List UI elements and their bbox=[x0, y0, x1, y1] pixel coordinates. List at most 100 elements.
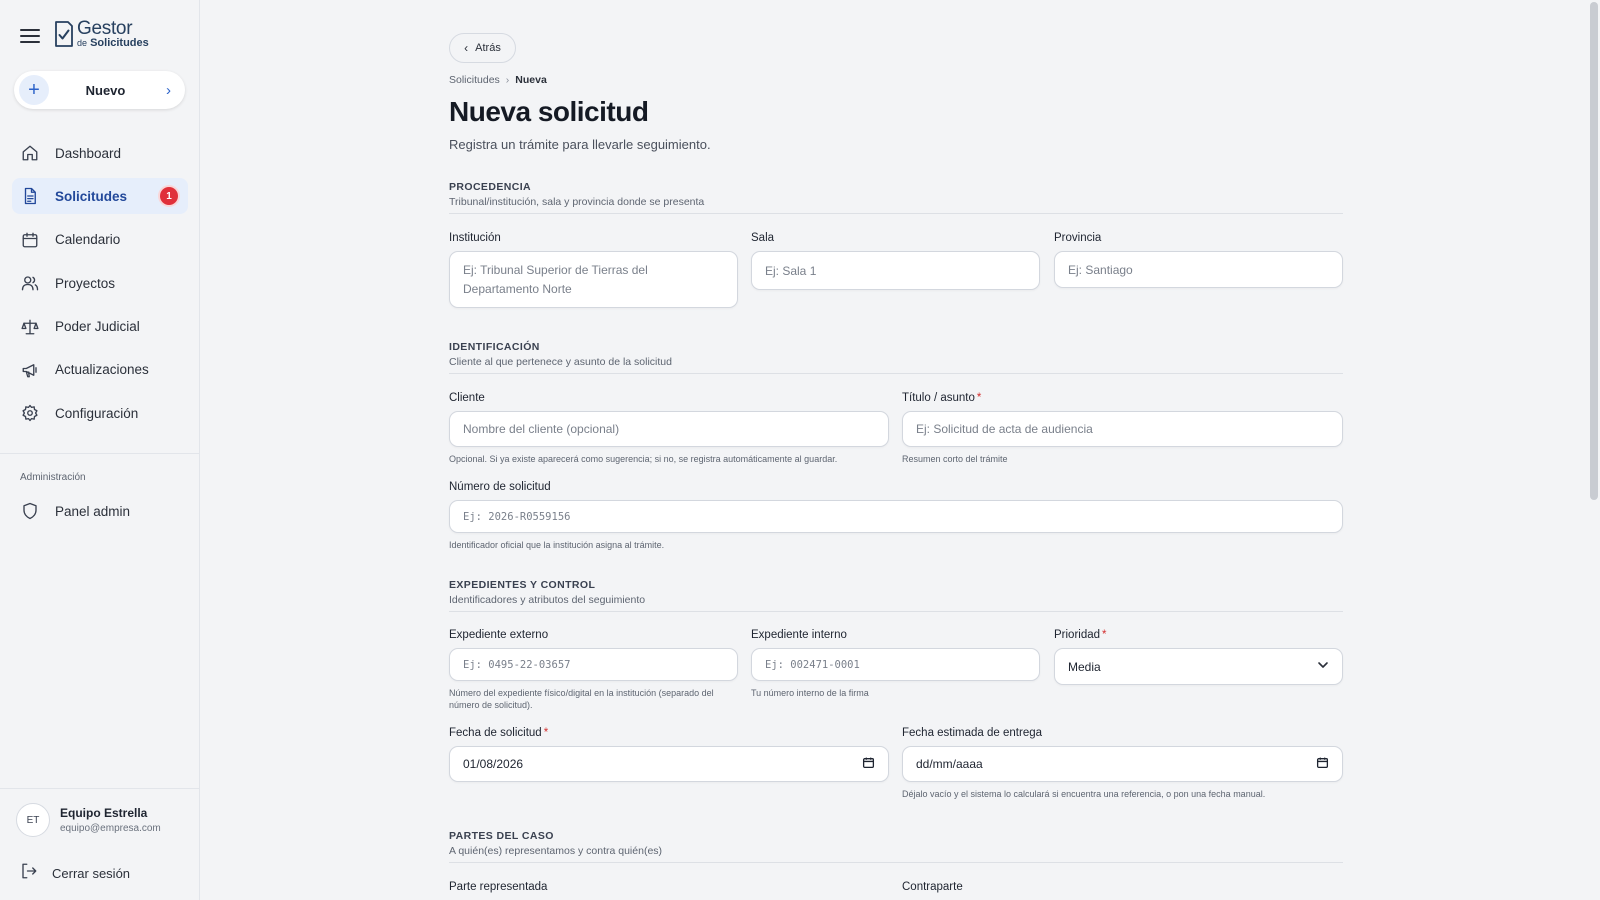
logo-title: Gestor bbox=[77, 18, 133, 39]
sidebar-item-label: Panel admin bbox=[55, 503, 131, 519]
section-description: Identificadores y atributos del seguimie… bbox=[449, 594, 646, 606]
field-label: Institución bbox=[449, 232, 501, 244]
expediente-interno-input[interactable]: Ej: 002471-0001 bbox=[751, 648, 1040, 681]
sidebar-item-proyectos[interactable]: Proyectos bbox=[12, 265, 188, 301]
field-label: Expediente externo bbox=[449, 629, 549, 641]
numero-solicitud-input[interactable]: Ej: 2026-R0559156 bbox=[449, 500, 1343, 533]
cliente-input[interactable]: Nombre del cliente (opcional) bbox=[449, 411, 889, 447]
sidebar-item-label: Poder Judicial bbox=[55, 319, 140, 335]
app-logo[interactable]: Gestor de Solicitudes bbox=[54, 19, 149, 49]
notification-badge: 1 bbox=[160, 187, 178, 206]
sidebar-divider bbox=[0, 453, 199, 454]
logo-sub: Solicitudes bbox=[90, 37, 149, 49]
section-divider bbox=[449, 862, 1343, 863]
sala-input[interactable]: Ej: Sala 1 bbox=[751, 251, 1040, 290]
section-divider bbox=[449, 213, 1343, 214]
home-icon bbox=[20, 143, 40, 163]
field-label-text: Prioridad bbox=[1054, 629, 1101, 641]
field-label: Provincia bbox=[1054, 232, 1102, 244]
new-button-label: Nuevo bbox=[85, 82, 126, 98]
calendar-icon bbox=[20, 230, 40, 250]
fecha-entrega-field: Fecha estimada de entrega dd/mm/aaaa Déj… bbox=[902, 727, 1343, 800]
section-description: Cliente al que pertenece y asunto de la … bbox=[449, 356, 672, 368]
field-help: Déjalo vacío y el sistema lo calculará s… bbox=[902, 789, 1266, 799]
field-label: Contraparte bbox=[902, 881, 963, 893]
page-title: Nueva solicitud bbox=[449, 96, 649, 127]
titulo-input[interactable]: Ej: Solicitud de acta de audiencia bbox=[902, 411, 1343, 447]
chevron-right-icon: › bbox=[166, 81, 171, 99]
plus-icon: + bbox=[19, 75, 49, 105]
prioridad-field: Prioridad * Media bbox=[1054, 629, 1343, 685]
chevron-left-icon: ‹ bbox=[464, 41, 469, 55]
document-icon bbox=[20, 186, 40, 206]
section-title: IDENTIFICACIÓN bbox=[449, 341, 540, 353]
back-button[interactable]: ‹ Atrás bbox=[449, 33, 516, 63]
scrollbar-thumb[interactable] bbox=[1590, 2, 1598, 500]
field-label: Sala bbox=[751, 232, 775, 244]
shield-icon bbox=[20, 501, 40, 521]
required-marker: * bbox=[1102, 629, 1107, 641]
breadcrumb-separator-icon: › bbox=[505, 74, 510, 86]
field-label: Fecha estimada de entrega bbox=[902, 727, 1043, 739]
scrollbar-track[interactable] bbox=[1588, 0, 1600, 900]
sidebar-item-label: Dashboard bbox=[55, 145, 122, 161]
breadcrumb-current: Nueva bbox=[515, 74, 547, 86]
provincia-input[interactable]: Ej: Santiago bbox=[1054, 251, 1343, 288]
menu-icon[interactable] bbox=[20, 29, 40, 43]
institucion-input[interactable]: Ej: Tribunal Superior de Tierras del Dep… bbox=[449, 251, 738, 308]
section-partes: PARTES DEL CASO A quién(es) representamo… bbox=[449, 830, 1343, 863]
sidebar-item-dashboard[interactable]: Dashboard bbox=[12, 135, 188, 171]
fecha-entrega-input[interactable]: dd/mm/aaaa bbox=[902, 746, 1343, 782]
field-label-text: Fecha de solicitud bbox=[449, 727, 542, 739]
field-label: Cliente bbox=[449, 392, 485, 404]
sidebar-item-actualizaciones[interactable]: Actualizaciones bbox=[12, 352, 188, 388]
breadcrumb-link[interactable]: Solicitudes bbox=[449, 74, 500, 86]
sidebar-item-configuracion[interactable]: Configuración bbox=[12, 395, 188, 431]
numero-solicitud-field: Número de solicitud Ej: 2026-R0559156 Id… bbox=[449, 481, 1343, 551]
sidebar-item-panel-admin[interactable]: Panel admin bbox=[12, 493, 188, 529]
cliente-field: Cliente Nombre del cliente (opcional) Op… bbox=[449, 392, 889, 465]
sidebar-item-poder-judicial[interactable]: Poder Judicial bbox=[12, 309, 188, 345]
field-label: Parte representada bbox=[449, 881, 548, 893]
sidebar-item-calendario[interactable]: Calendario bbox=[12, 222, 188, 258]
field-label: Fecha de solicitud * bbox=[449, 727, 889, 739]
breadcrumb: Solicitudes › Nueva bbox=[449, 74, 547, 86]
prioridad-select[interactable]: Media bbox=[1054, 648, 1343, 685]
users-icon bbox=[20, 273, 40, 293]
sidebar-nav: Dashboard Solicitudes 1 Calendario Proye… bbox=[12, 135, 188, 439]
fecha-solicitud-value: 01/08/2026 bbox=[463, 757, 524, 771]
field-label: Número de solicitud bbox=[449, 481, 551, 493]
sala-field: Sala Ej: Sala 1 bbox=[751, 232, 1040, 290]
section-divider bbox=[449, 611, 1343, 612]
institucion-field: Institución Ej: Tribunal Superior de Tie… bbox=[449, 232, 738, 308]
admin-section-title: Administración bbox=[20, 472, 86, 483]
sidebar-item-label: Calendario bbox=[55, 232, 121, 248]
field-help: Tu número interno de la firma bbox=[751, 688, 869, 698]
field-help: Resumen corto del trámite bbox=[902, 454, 1008, 464]
calendar-icon[interactable] bbox=[862, 756, 875, 772]
section-description: Tribunal/institución, sala y provincia d… bbox=[449, 196, 705, 208]
page-subtitle: Registra un trámite para llevarle seguim… bbox=[449, 137, 711, 152]
field-label: Expediente interno bbox=[751, 629, 847, 641]
logout-button[interactable]: Cerrar sesión bbox=[20, 862, 130, 885]
avatar[interactable]: ET bbox=[16, 803, 50, 837]
calendar-icon[interactable] bbox=[1316, 756, 1329, 772]
section-expedientes: EXPEDIENTES Y CONTROL Identificadores y … bbox=[449, 579, 1343, 612]
expediente-externo-input[interactable]: Ej: 0495-22-03657 bbox=[449, 648, 738, 681]
section-identificacion: IDENTIFICACIÓN Cliente al que pertenece … bbox=[449, 341, 1343, 374]
back-button-label: Atrás bbox=[475, 42, 501, 54]
sidebar-item-solicitudes[interactable]: Solicitudes 1 bbox=[12, 178, 188, 215]
user-email: equipo@empresa.com bbox=[60, 823, 161, 834]
sidebar: Gestor de Solicitudes + Nuevo › Dashboar… bbox=[0, 0, 200, 900]
field-label-text: Título / asunto bbox=[902, 392, 975, 404]
new-button[interactable]: + Nuevo › bbox=[14, 71, 185, 109]
field-help: Opcional. Si ya existe aparecerá como su… bbox=[449, 454, 838, 464]
megaphone-icon bbox=[20, 360, 40, 380]
parte-representada-field: Parte representada bbox=[449, 881, 889, 900]
section-procedencia: PROCEDENCIA Tribunal/institución, sala y… bbox=[449, 181, 1343, 214]
section-divider bbox=[449, 373, 1343, 374]
logout-icon bbox=[20, 862, 38, 885]
sidebar-item-label: Proyectos bbox=[55, 275, 116, 291]
fecha-solicitud-input[interactable]: 01/08/2026 bbox=[449, 746, 889, 782]
section-title: PARTES DEL CASO bbox=[449, 830, 554, 842]
